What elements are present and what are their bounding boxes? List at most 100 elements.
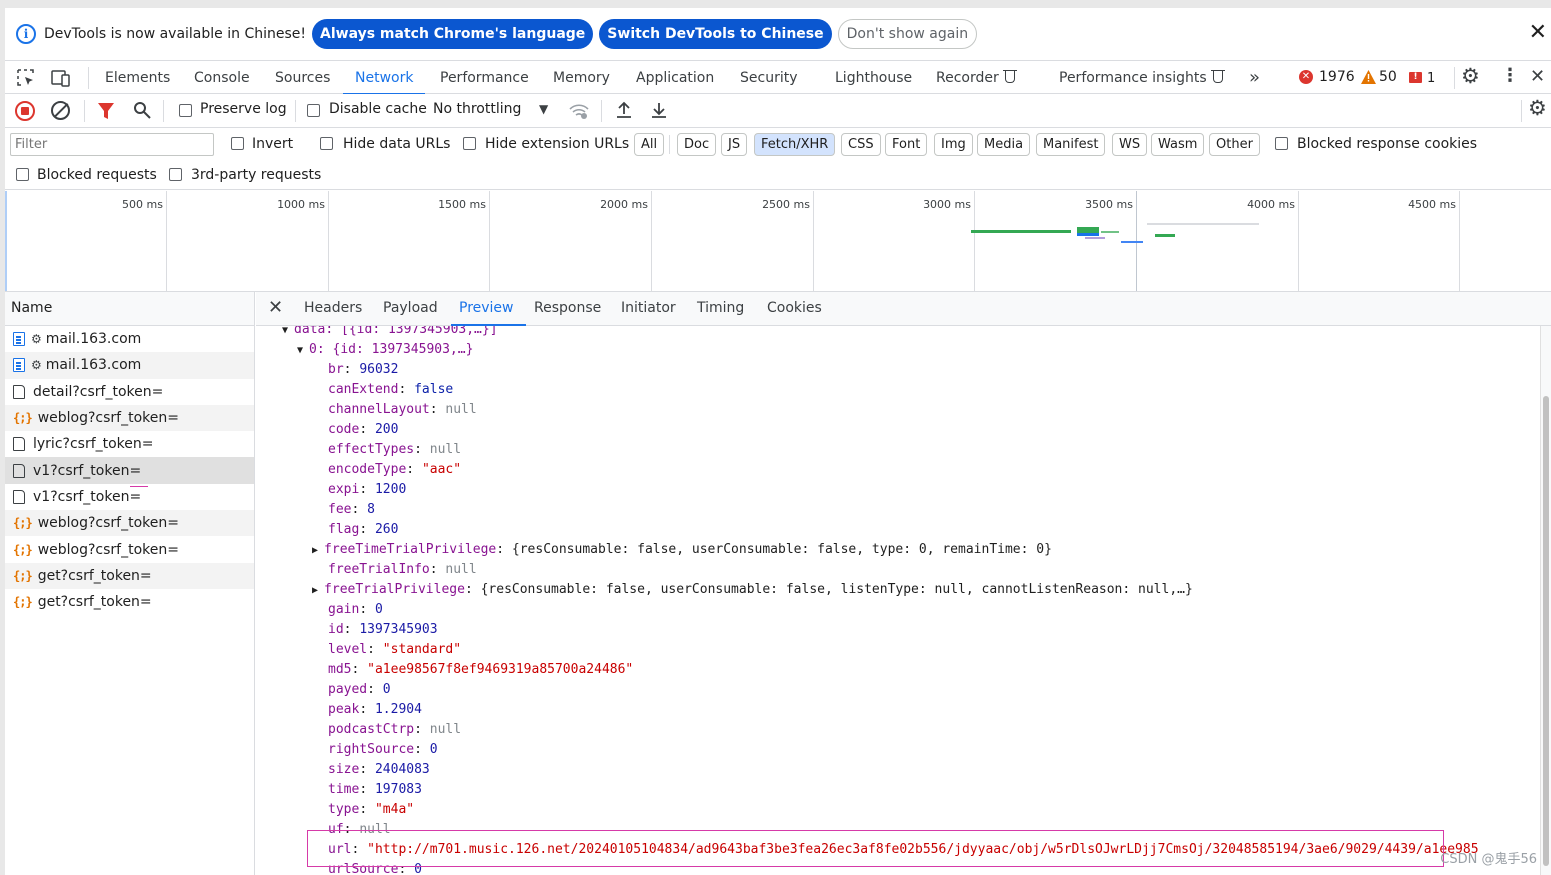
issues-count[interactable]: 1 [1427,71,1435,86]
warning-count[interactable]: 50 [1379,69,1397,85]
request-row[interactable]: ⚙ mail.163.com [5,352,254,379]
request-row[interactable]: ⚙ mail.163.com [5,326,254,352]
tab-sources[interactable]: Sources [275,61,330,94]
close-icon[interactable]: ✕ [1529,22,1547,44]
tab-timing[interactable]: Timing [697,292,744,325]
tab-preview[interactable]: Preview [451,292,525,326]
json-value: 260 [374,522,399,537]
tab-initiator[interactable]: Initiator [621,292,676,325]
preview-scrollbar[interactable] [1540,326,1551,875]
json-field-level: level: "standard" [328,640,461,660]
toolbar-divider [84,100,85,122]
switch-chinese-button[interactable]: Switch DevTools to Chinese [599,19,832,49]
request-name: weblog?csrf_token= [37,541,179,558]
tab-payload[interactable]: Payload [383,292,438,325]
request-row[interactable]: v1?csrf_token= [5,484,254,510]
json-node-item[interactable]: ▼ 0: {id: 1397345903,…} [297,340,473,360]
overview-request-bar [1077,233,1099,236]
inspect-element-icon[interactable] [16,68,36,88]
tab-performance-insights[interactable]: Performance insights [1059,61,1225,94]
tab-console[interactable]: Console [194,61,250,94]
filter-input[interactable] [10,133,214,156]
json-field-freeTrialPrivilege[interactable]: ▶ freeTrialPrivilege: {resConsumable: fa… [312,580,1193,600]
scrollbar-thumb[interactable] [1543,396,1549,866]
tab-recorder[interactable]: Recorder [936,61,1017,94]
settings-gear-icon[interactable]: ⚙ [1461,64,1480,88]
name-column-header[interactable]: Name [5,292,254,326]
tab-lighthouse[interactable]: Lighthouse [835,61,912,94]
request-row[interactable]: {;} weblog?csrf_token= [5,536,254,562]
request-row-selected[interactable]: v1?csrf_token= [5,457,254,484]
error-count[interactable]: 1976 [1319,69,1355,85]
blocked-cookies-checkbox[interactable] [1275,137,1288,150]
type-filter-js[interactable]: JS [721,133,748,156]
overview-gridline [328,191,329,291]
type-filter-ws[interactable]: WS [1112,133,1148,156]
annotation-mark [130,485,148,487]
tab-network[interactable]: Network [342,61,427,95]
request-row[interactable]: {;} weblog?csrf_token= [5,510,254,537]
type-filter-wasm[interactable]: Wasm [1151,133,1205,156]
network-overview[interactable]: 500 ms 1000 ms 1500 ms 2000 ms 2500 ms 3… [5,191,1551,292]
tab-cookies[interactable]: Cookies [767,292,822,325]
type-filter-media[interactable]: Media [977,133,1031,156]
chevron-down-icon[interactable]: ▼ [539,102,548,116]
close-detail-icon[interactable]: ✕ [268,297,283,318]
device-toolbar-icon[interactable] [50,68,72,88]
hide-extension-urls-checkbox[interactable] [463,137,476,150]
request-row[interactable]: detail?csrf_token= [5,379,254,405]
type-filter-all[interactable]: All [634,133,665,156]
document-icon [13,358,25,373]
preserve-log-checkbox[interactable] [179,104,192,117]
blocked-requests-checkbox[interactable] [16,168,29,181]
type-filter-fetch-xhr[interactable]: Fetch/XHR [754,133,836,156]
more-tabs-icon[interactable]: » [1249,61,1260,94]
tab-application[interactable]: Application [636,61,714,94]
json-node-data[interactable]: ▼ data: [{id: 1397345903,…}] [282,326,498,340]
type-filter-css[interactable]: CSS [841,133,881,156]
search-icon[interactable] [133,101,151,119]
overview-tick-label: 3500 ms [1085,198,1133,211]
overview-left-handle[interactable] [5,191,7,291]
request-row[interactable]: {;} get?csrf_token= [5,589,254,615]
request-row[interactable]: lyric?csrf_token= [5,431,254,457]
download-icon[interactable] [650,100,668,120]
request-row[interactable]: {;} weblog?csrf_token= [5,404,254,432]
tab-security[interactable]: Security [740,61,798,94]
upload-icon[interactable] [615,100,633,120]
type-filter-doc[interactable]: Doc [677,133,717,156]
close-devtools-icon[interactable]: ✕ [1530,66,1545,87]
request-name: v1?csrf_token= [33,462,142,479]
type-filter-other[interactable]: Other [1209,133,1260,156]
network-conditions-icon[interactable] [568,101,590,121]
match-language-button[interactable]: Always match Chrome's language [312,19,594,49]
more-options-icon[interactable]: ⋮ [1501,65,1519,86]
throttling-select[interactable]: No throttling [433,101,521,117]
network-settings-gear-icon[interactable]: ⚙ [1528,96,1547,120]
json-key: canExtend [328,382,399,397]
json-line: 0: {id: 1397345903,…} [309,342,474,357]
json-field-freeTimeTrialPrivilege[interactable]: ▶ freeTimeTrialPrivilege: {resConsumable… [312,540,1052,560]
clear-icon[interactable] [51,101,70,120]
json-colon: : [398,382,415,397]
disable-cache-checkbox[interactable] [307,104,320,117]
json-colon: : [414,722,430,737]
tab-memory[interactable]: Memory [553,61,610,94]
type-filter-img[interactable]: Img [934,133,973,156]
dont-show-again-button[interactable]: Don't show again [837,19,978,49]
request-name: get?csrf_token= [37,594,152,611]
overview-tick-label: 1000 ms [277,198,325,211]
type-filter-manifest[interactable]: Manifest [1036,133,1106,156]
tab-performance[interactable]: Performance [440,61,529,94]
record-icon[interactable] [15,101,35,121]
request-row[interactable]: {;} get?csrf_token= [5,562,254,589]
json-colon: : [429,562,446,577]
filter-funnel-icon[interactable] [97,102,115,120]
invert-checkbox[interactable] [231,137,244,150]
tab-elements[interactable]: Elements [105,61,170,94]
third-party-checkbox[interactable] [169,168,182,181]
tab-response[interactable]: Response [534,292,601,325]
tab-headers[interactable]: Headers [304,292,362,325]
type-filter-font[interactable]: Font [885,133,928,156]
hide-data-urls-checkbox[interactable] [320,137,333,150]
